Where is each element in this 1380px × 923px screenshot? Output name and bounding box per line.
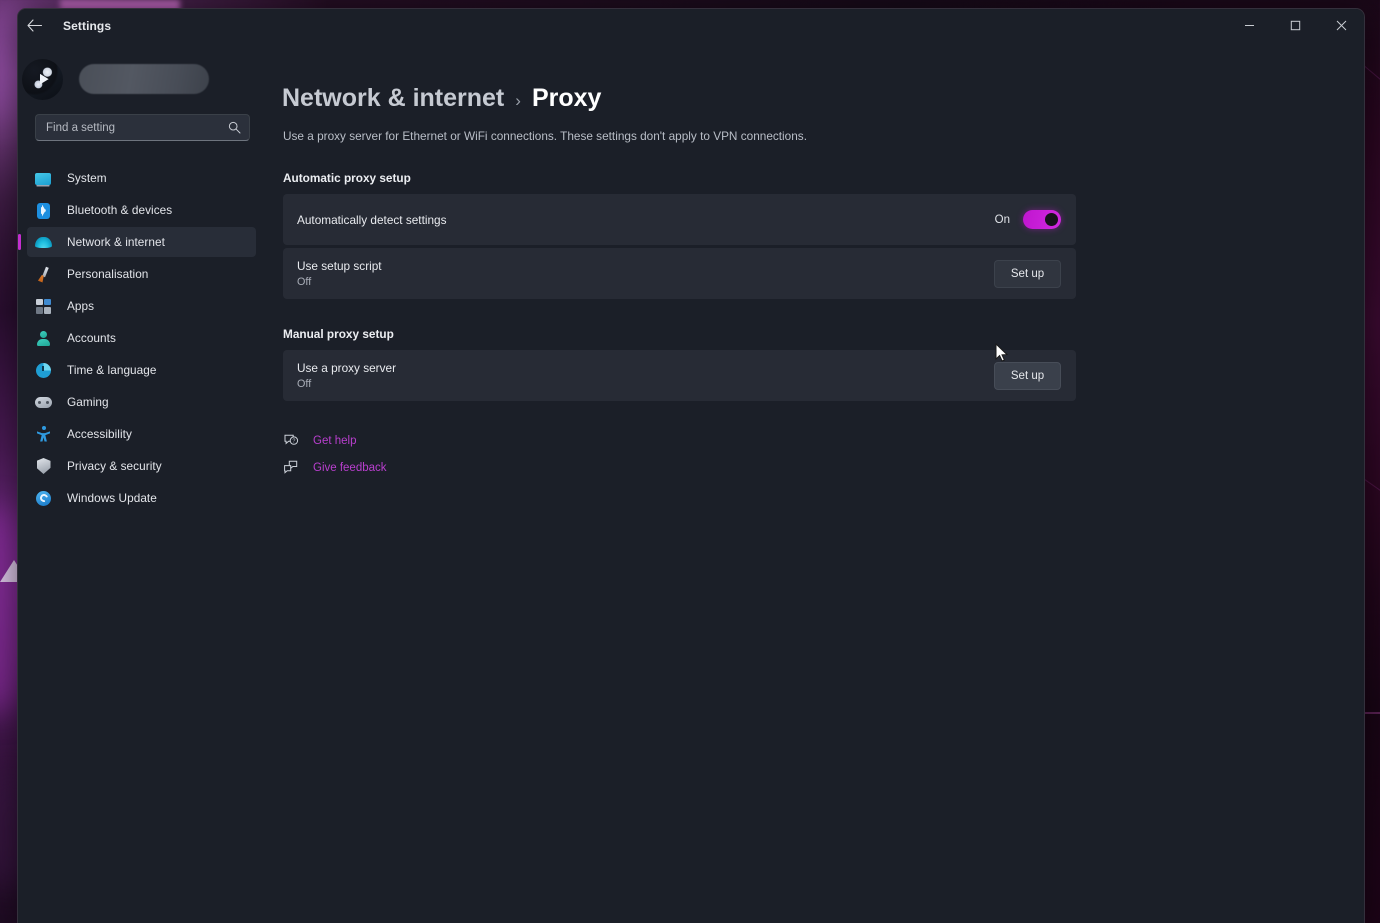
row-automatically-detect-settings: Automatically detect settings On (283, 194, 1076, 245)
update-refresh-icon (35, 490, 52, 507)
use-setup-script-set-up-button[interactable]: Set up (994, 259, 1061, 288)
minimize-icon (1244, 25, 1254, 26)
automatically-detect-settings-toggle[interactable] (1023, 210, 1061, 229)
sidebar-item-label: Privacy & security (67, 459, 162, 473)
row-texts: Use setup script Off (297, 259, 382, 288)
close-icon (1336, 20, 1346, 31)
feedback-chat-icon (283, 459, 301, 477)
sidebar-item-accounts[interactable]: Accounts (27, 323, 256, 353)
row-title: Automatically detect settings (297, 212, 447, 227)
section-heading-automatic: Automatic proxy setup (283, 171, 411, 185)
row-control: Set up (994, 259, 1061, 288)
search-container (18, 104, 266, 141)
avatar (22, 58, 63, 100)
row-control: Set up (994, 361, 1061, 390)
sidebar-item-label: Gaming (67, 395, 109, 409)
sidebar-item-personalisation[interactable]: Personalisation (27, 259, 256, 289)
sidebar-item-label: Network & internet (67, 235, 165, 249)
settings-window: Settings Find a setting System Bluetooth… (17, 8, 1365, 923)
main-content: Network & internet › Proxy Use a proxy s… (266, 42, 1364, 923)
sidebar-item-label: Accounts (67, 331, 116, 345)
mouse-cursor (995, 343, 1009, 362)
minimize-button[interactable] (1226, 9, 1272, 42)
sidebar-item-apps[interactable]: Apps (27, 291, 256, 321)
clock-icon (35, 362, 52, 379)
system-icon (35, 170, 52, 187)
row-texts: Use a proxy server Off (297, 361, 396, 390)
bluetooth-icon (35, 202, 52, 219)
toggle-state-label: On (994, 213, 1010, 226)
account-person-icon (35, 330, 52, 347)
search-input[interactable] (46, 121, 228, 134)
apps-grid-icon (35, 298, 52, 315)
sidebar-item-windows-update[interactable]: Windows Update (27, 483, 256, 513)
account-name-redacted (79, 64, 209, 94)
sidebar: System Bluetooth & devices Network & int… (18, 42, 266, 923)
give-feedback-link[interactable]: Give feedback (283, 455, 1364, 481)
row-texts: Automatically detect settings (297, 213, 447, 227)
sidebar-item-network-internet[interactable]: Network & internet (18, 227, 256, 257)
help-question-icon: ? (283, 432, 301, 450)
window-title: Settings (63, 18, 112, 33)
sidebar-item-system[interactable]: System (27, 163, 256, 193)
row-title: Use a proxy server (297, 361, 396, 375)
breadcrumb-separator-icon: › (515, 91, 521, 110)
section-heading-manual: Manual proxy setup (283, 327, 394, 341)
sidebar-item-label: Personalisation (67, 267, 149, 281)
paintbrush-icon (35, 266, 52, 283)
network-wifi-icon (35, 234, 52, 251)
sidebar-item-label: System (67, 171, 107, 185)
window-controls (1226, 9, 1364, 42)
link-label: Get help (313, 435, 357, 447)
search-box[interactable] (35, 114, 250, 141)
sidebar-item-label: Accessibility (67, 427, 132, 441)
maximize-icon (1290, 20, 1300, 31)
gamepad-icon (35, 394, 52, 411)
maximize-button[interactable] (1272, 9, 1318, 42)
sidebar-item-bluetooth-devices[interactable]: Bluetooth & devices (27, 195, 256, 225)
svg-text:?: ? (292, 439, 295, 445)
row-use-setup-script: Use setup script Off Set up (283, 248, 1076, 299)
title-bar: Settings (18, 9, 1364, 42)
get-help-link[interactable]: ? Get help (283, 428, 1364, 454)
sidebar-item-label: Time & language (67, 363, 157, 377)
sidebar-item-accessibility[interactable]: Accessibility (27, 419, 256, 449)
page-title: Proxy (531, 84, 602, 112)
accessibility-icon (35, 426, 52, 443)
sidebar-item-gaming[interactable]: Gaming (27, 387, 256, 417)
back-arrow-icon (26, 19, 42, 32)
sidebar-item-privacy-security[interactable]: Privacy & security (27, 451, 256, 481)
automatic-proxy-cards: Automatically detect settings On Use set… (283, 194, 1076, 299)
toggle-knob (1045, 213, 1058, 226)
sidebar-item-time-language[interactable]: Time & language (27, 355, 256, 385)
row-use-a-proxy-server: Use a proxy server Off Set up (283, 350, 1076, 401)
account-profile[interactable] (18, 42, 266, 104)
row-status: Off (297, 378, 312, 390)
use-a-proxy-server-set-up-button[interactable]: Set up (994, 361, 1061, 390)
sidebar-nav: System Bluetooth & devices Network & int… (18, 163, 266, 513)
sidebar-item-label: Apps (67, 299, 95, 313)
search-icon (228, 121, 241, 134)
row-title: Use setup script (297, 259, 382, 273)
footer-links: ? Get help Give feedback (283, 428, 1364, 481)
breadcrumb-parent[interactable]: Network & internet (282, 84, 504, 113)
manual-proxy-cards: Use a proxy server Off Set up (283, 350, 1076, 401)
shield-icon (35, 458, 52, 475)
row-status: Off (297, 276, 312, 288)
breadcrumb: Network & internet › Proxy (266, 84, 1364, 113)
back-button[interactable] (18, 10, 50, 42)
link-label: Give feedback (313, 462, 387, 474)
sidebar-item-label: Bluetooth & devices (67, 203, 173, 217)
sidebar-item-label: Windows Update (67, 491, 157, 505)
close-button[interactable] (1318, 9, 1364, 42)
page-subtitle: Use a proxy server for Ethernet or WiFi … (283, 129, 807, 143)
row-control: On (995, 210, 1061, 229)
